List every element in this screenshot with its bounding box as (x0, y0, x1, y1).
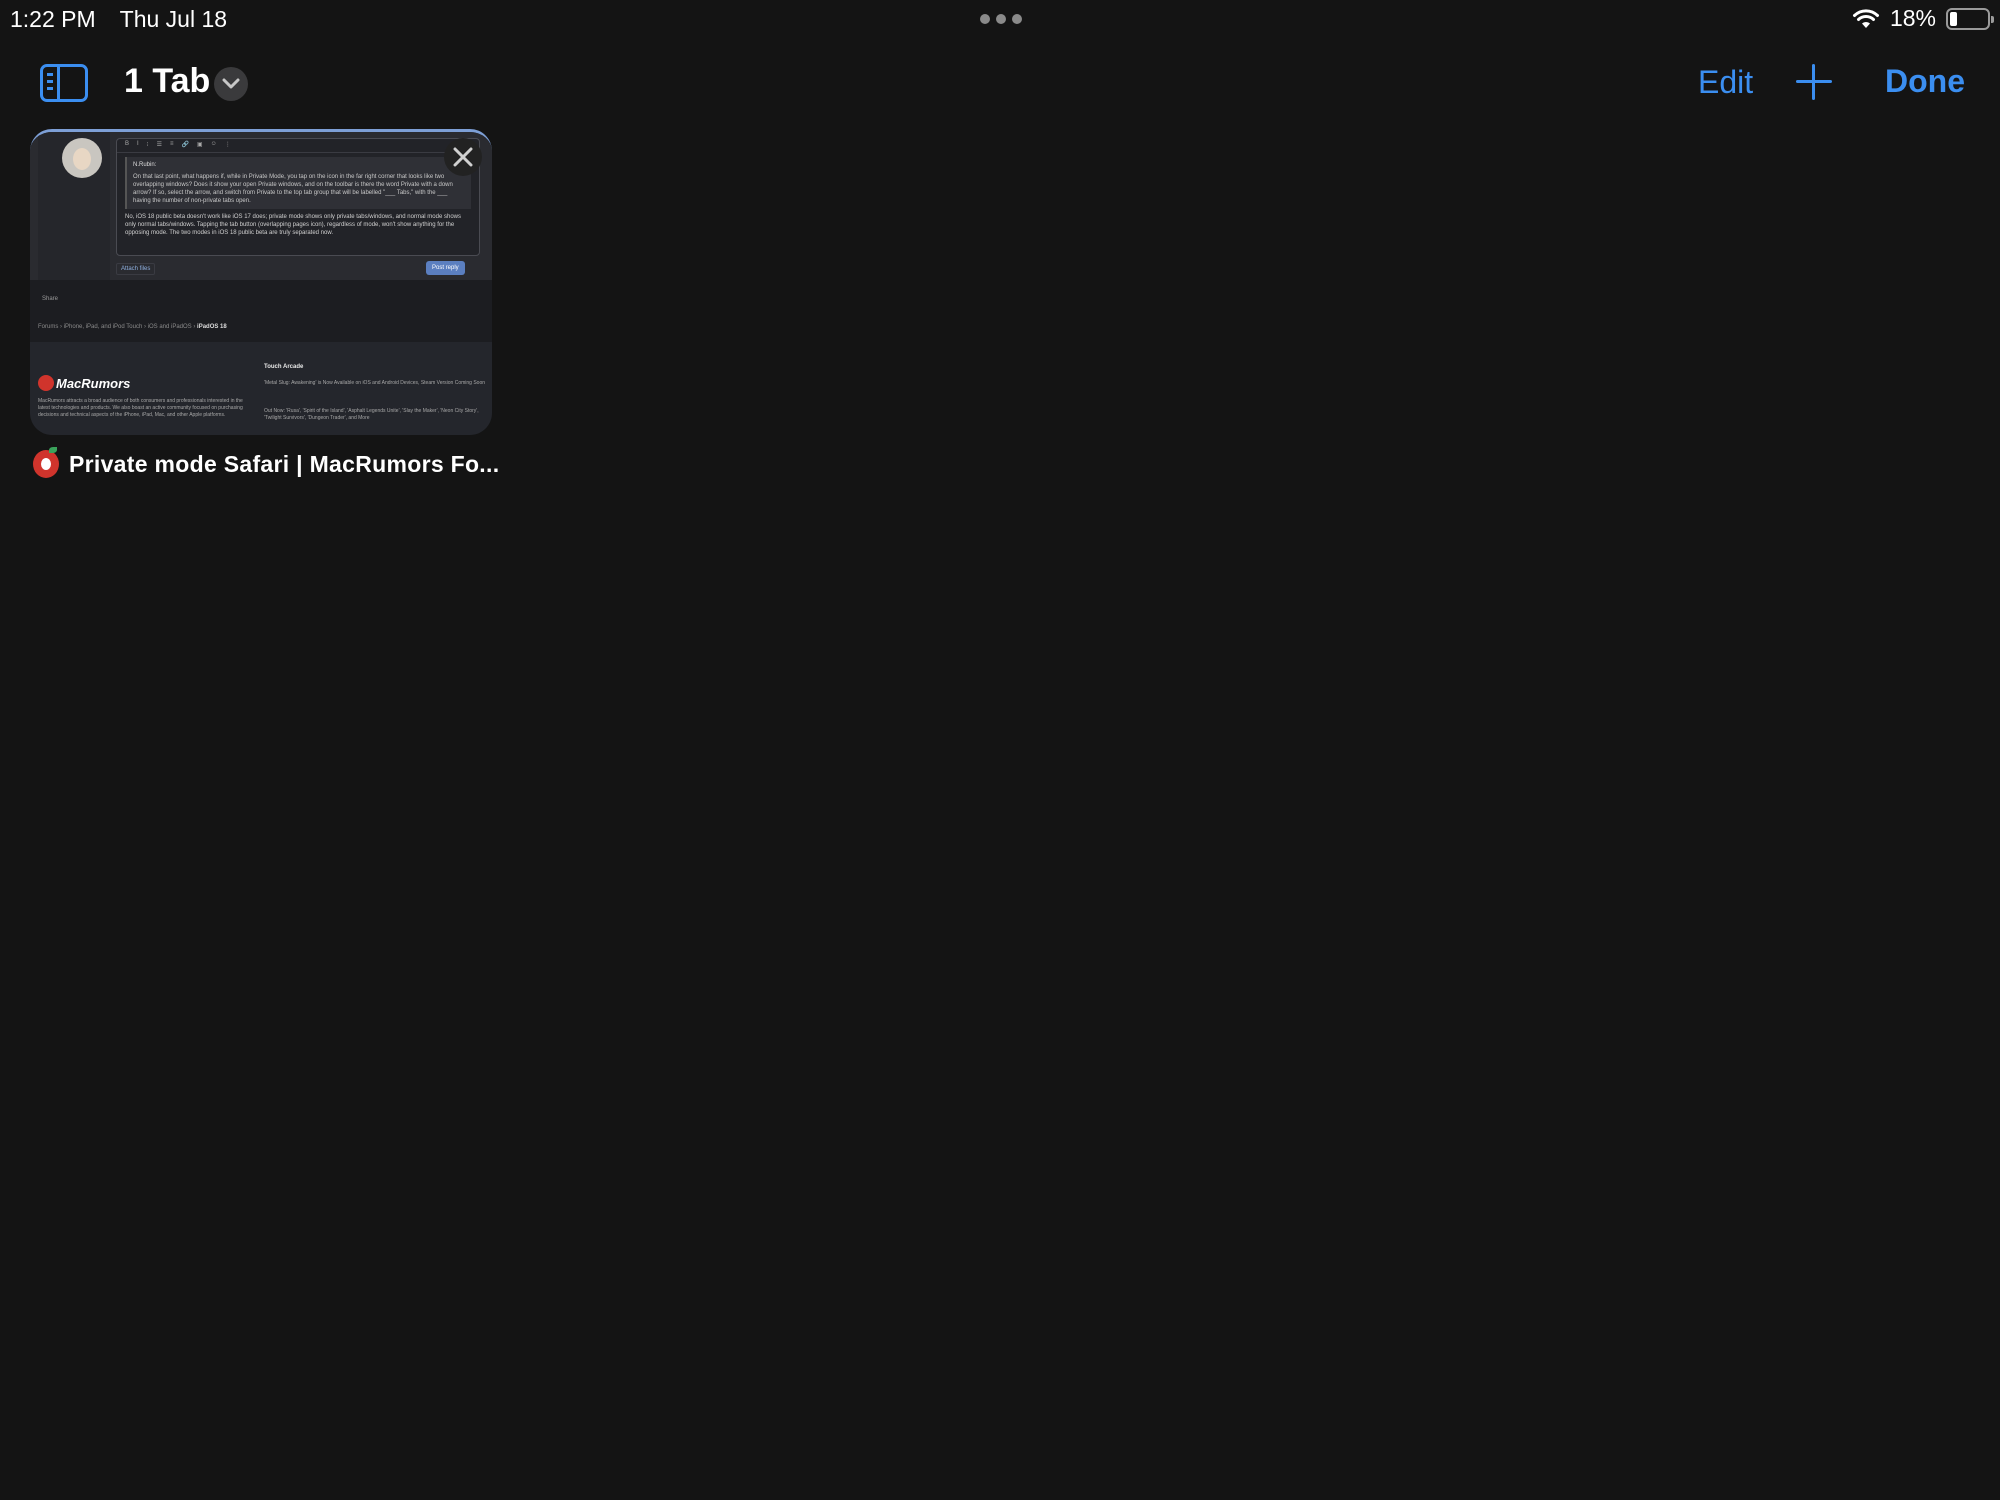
close-icon (453, 147, 473, 167)
about-text: MacRumors attracts a broad audience of b… (38, 398, 243, 418)
avatar (62, 138, 102, 178)
thumbnail-reply-area: B I ⁝ ☰ ≡ 🔗 ▣ ☺ ⋮ N.Rubin: On that last point, w… (30, 132, 492, 280)
tab-group-title[interactable]: 1 Tab (124, 62, 210, 101)
tab-thumbnail[interactable]: B I ⁝ ☰ ≡ 🔗 ▣ ☺ ⋮ N.Rubin: On that last point, w… (30, 129, 492, 435)
attach-files-button: Attach files (116, 263, 156, 275)
status-bar-right: 18% (1852, 5, 1994, 32)
macrumors-apple-icon (38, 375, 54, 391)
status-time: 1:22 PM (10, 6, 96, 32)
close-tab-button[interactable] (444, 138, 482, 176)
macrumors-logo: MacRumors (38, 375, 130, 391)
chevron-down-icon (222, 78, 240, 89)
quote-text: On that last point, what happens if, whi… (133, 174, 453, 204)
thumbnail-reply-editor: B I ⁝ ☰ ≡ 🔗 ▣ ☺ ⋮ N.Rubin: On that last point, w… (116, 138, 480, 256)
touch-arcade-item: Out Now: 'Rusa', 'Spirit of the Island',… (264, 408, 479, 421)
touch-arcade-title: Touch Arcade (264, 364, 304, 370)
share-link: Share (42, 296, 59, 302)
status-bar-left: 1:22 PM Thu Jul 18 (10, 6, 245, 33)
battery-percent: 18% (1889, 5, 1936, 31)
battery-icon (1946, 7, 1994, 30)
breadcrumb: Forums › iPhone, iPad, and iPod Touch › … (38, 324, 227, 330)
tab-title: Private mode Safari | MacRumors Fo... (69, 450, 500, 477)
tab-title-row[interactable]: Private mode Safari | MacRumors Fo... (33, 447, 500, 478)
editor-toolbar: B I ⁝ ☰ ≡ 🔗 ▣ ☺ ⋮ (117, 139, 479, 153)
reply-text: No, iOS 18 public beta doesn't work like… (125, 214, 461, 236)
wifi-icon (1852, 8, 1879, 28)
done-button[interactable]: Done (1885, 63, 1965, 100)
new-tab-button[interactable] (1796, 64, 1832, 100)
edit-button[interactable]: Edit (1698, 64, 1753, 101)
tab-group-menu-button[interactable] (214, 67, 248, 101)
post-reply-button: Post reply (426, 261, 465, 275)
multitasking-dots-icon[interactable] (980, 14, 1022, 24)
thumbnail-user-column (38, 132, 110, 280)
sidebar-toggle-button[interactable] (40, 64, 88, 102)
thumbnail-footer: MacRumors MacRumors attracts a broad aud… (30, 342, 492, 435)
macrumors-favicon-icon (33, 447, 59, 478)
sidebar-icon (57, 67, 60, 99)
status-date: Thu Jul 18 (119, 6, 228, 32)
quote-block: N.Rubin: On that last point, what happen… (125, 157, 471, 209)
touch-arcade-item: 'Metal Slug: Awakening' is Now Available… (264, 380, 486, 386)
quote-author: N.Rubin: (133, 162, 157, 168)
